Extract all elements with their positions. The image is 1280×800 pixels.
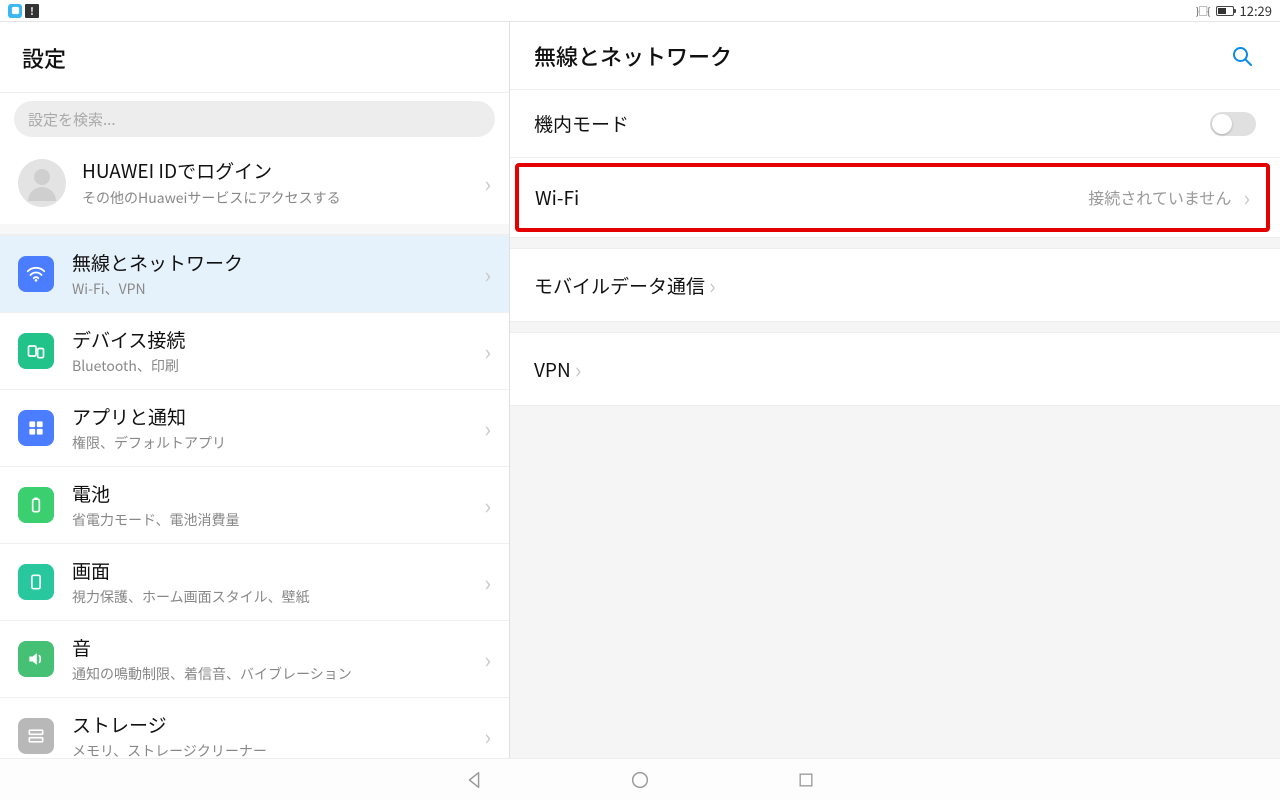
chevron-right-icon: ›: [571, 353, 582, 385]
detail-header: 無線とネットワーク: [510, 22, 1280, 90]
sound-icon: [18, 641, 54, 677]
chevron-right-icon: ›: [484, 566, 491, 598]
notif-app-icon: [8, 4, 22, 18]
sidebar-item-device-connection[interactable]: デバイス接続 Bluetooth、印刷 ›: [0, 312, 509, 389]
status-bar: ! 12:29: [0, 0, 1280, 21]
sidebar-item-storage[interactable]: ストレージ メモリ、ストレージクリーナー ›: [0, 697, 509, 758]
chevron-right-icon: ›: [484, 258, 491, 290]
chevron-right-icon: ›: [484, 643, 491, 675]
battery-icon: [18, 487, 54, 523]
sidebar-item-sublabel: 通知の鳴動制限、着信音、バイブレーション: [72, 664, 466, 684]
battery-icon: [1216, 6, 1234, 16]
chevron-right-icon: ›: [484, 489, 491, 521]
chevron-right-icon: ›: [484, 335, 491, 367]
device-link-icon: [18, 333, 54, 369]
wifi-label: Wi-Fi: [535, 184, 579, 211]
sidebar-item-label: 音: [72, 634, 466, 661]
login-title: HUAWEI IDでログイン: [82, 157, 341, 184]
sidebar-item-sublabel: 視力保護、ホーム画面スタイル、壁紙: [72, 587, 466, 607]
sidebar-item-display[interactable]: 画面 視力保護、ホーム画面スタイル、壁紙 ›: [0, 543, 509, 620]
storage-icon: [18, 718, 54, 754]
sidebar-item-label: ストレージ: [72, 711, 466, 738]
sidebar-item-label: 画面: [72, 557, 466, 584]
vibrate-icon: [1196, 2, 1210, 19]
sidebar-item-battery[interactable]: 電池 省電力モード、電池消費量 ›: [0, 466, 509, 543]
nav-home-button[interactable]: [627, 767, 653, 793]
detail-title: 無線とネットワーク: [534, 40, 732, 72]
chevron-right-icon: ›: [705, 269, 716, 301]
settings-detail-pane: 無線とネットワーク 機内モード Wi-Fi 接続されていません › モバイル: [510, 22, 1280, 758]
sidebar-item-label: 無線とネットワーク: [72, 249, 466, 276]
sidebar-item-apps[interactable]: アプリと通知 権限、デフォルトアプリ ›: [0, 389, 509, 466]
chevron-right-icon: ›: [484, 720, 491, 752]
settings-sidebar: 設定 設定を検索... HUAWEI IDでログイン その他のHuaweiサービ…: [0, 22, 510, 758]
apps-icon: [18, 410, 54, 446]
sidebar-header: 設定: [0, 22, 509, 93]
display-icon: [18, 564, 54, 600]
chevron-right-icon: ›: [484, 412, 491, 444]
row-wifi[interactable]: Wi-Fi 接続されていません ›: [515, 163, 1270, 232]
login-subtitle: その他のHuaweiサービスにアクセスする: [82, 188, 341, 208]
sidebar-item-wireless[interactable]: 無線とネットワーク Wi-Fi、VPN ›: [0, 235, 509, 312]
nav-recent-button[interactable]: [793, 767, 819, 793]
sidebar-item-sublabel: 権限、デフォルトアプリ: [72, 433, 466, 453]
sidebar-item-label: アプリと通知: [72, 403, 466, 430]
vpn-label: VPN: [534, 356, 571, 383]
sidebar-title: 設定: [22, 42, 489, 74]
mobile-data-label: モバイルデータ通信: [534, 272, 705, 299]
row-mobile-data[interactable]: モバイルデータ通信 ›: [510, 249, 1280, 321]
search-input[interactable]: 設定を検索...: [14, 101, 495, 137]
sidebar-item-sublabel: 省電力モード、電池消費量: [72, 510, 466, 530]
row-airplane-mode[interactable]: 機内モード: [510, 90, 1280, 158]
clock: 12:29: [1240, 1, 1272, 20]
sidebar-item-sound[interactable]: 音 通知の鳴動制限、着信音、バイブレーション ›: [0, 620, 509, 697]
wifi-icon: [18, 256, 54, 292]
wifi-status: 接続されていません: [1088, 185, 1239, 209]
chevron-right-icon: ›: [484, 167, 491, 199]
sidebar-item-sublabel: Wi-Fi、VPN: [72, 279, 466, 299]
airplane-label: 機内モード: [534, 110, 629, 137]
search-placeholder: 設定を検索...: [28, 109, 116, 130]
chevron-right-icon: ›: [1239, 181, 1250, 213]
sidebar-item-label: 電池: [72, 480, 466, 507]
nav-back-button[interactable]: [461, 767, 487, 793]
system-nav-bar: [0, 758, 1280, 800]
airplane-toggle[interactable]: [1210, 112, 1256, 136]
avatar-icon: [18, 159, 66, 207]
sidebar-item-label: デバイス接続: [72, 326, 466, 353]
huawei-id-login[interactable]: HUAWEI IDでログイン その他のHuaweiサービスにアクセスする ›: [0, 145, 509, 224]
sidebar-item-sublabel: Bluetooth、印刷: [72, 356, 466, 376]
notif-alert-icon: !: [25, 4, 39, 18]
sidebar-item-sublabel: メモリ、ストレージクリーナー: [72, 741, 466, 758]
search-button[interactable]: [1228, 42, 1256, 70]
row-vpn[interactable]: VPN ›: [510, 333, 1280, 405]
